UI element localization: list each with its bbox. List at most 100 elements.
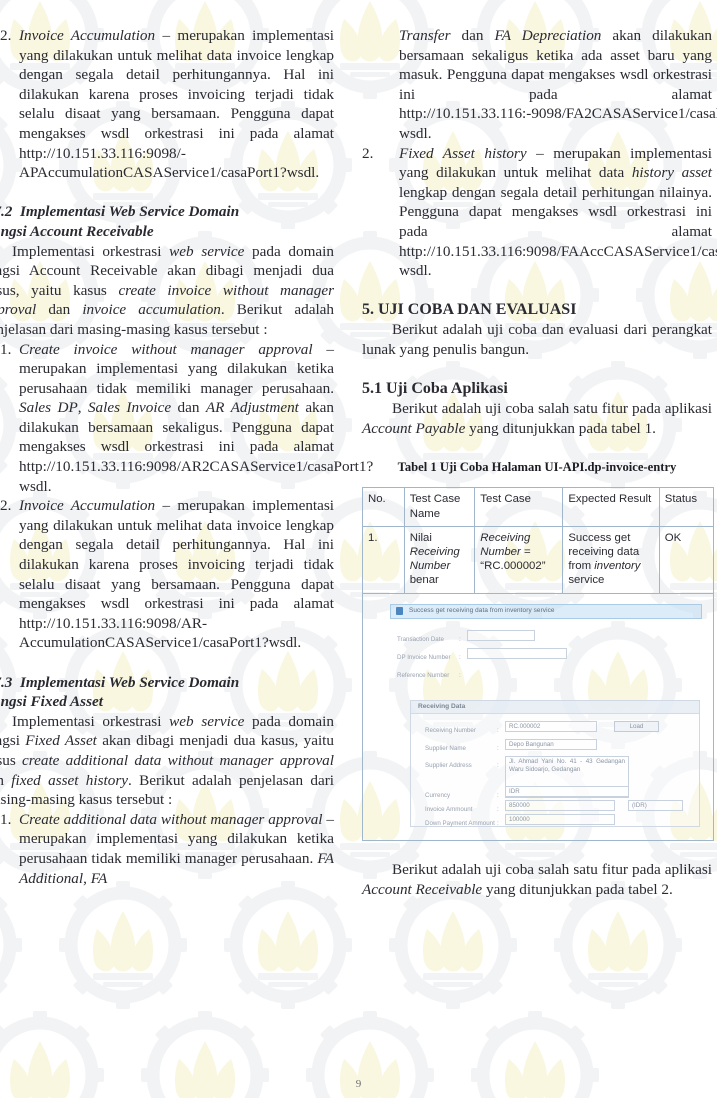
expected-italic: inventory — [594, 560, 641, 573]
heading-section-51: 5.1 Uji Coba Aplikasi — [362, 380, 508, 398]
paragraph-closing: Berikut adalah uji coba salah satu fitur… — [362, 860, 712, 899]
panel-title: Receiving Data — [411, 700, 699, 714]
name-italic: Receiving Number — [409, 546, 460, 573]
list-item-body: merupakan implementasi yang dilakukan un… — [19, 27, 335, 142]
list-item-invoice-accumulation: 2. Invoice Accumulation – merupakan imple… — [0, 26, 334, 183]
italic-history-asset: history asset — [631, 164, 712, 182]
cell-status: OK — [658, 525, 715, 594]
italic-transfer: Transfer — [399, 27, 451, 44]
transaction-date-input[interactable] — [467, 629, 535, 641]
info-icon — [396, 607, 403, 616]
table-caption: Tabel 1 Uji Coba Halaman UI-API.dp-invoi… — [397, 459, 677, 474]
list-item-title: Create invoice without manager approval — [19, 340, 313, 358]
field-label: Transaction Date — [397, 635, 444, 643]
field-colon: : — [497, 819, 499, 827]
cell-test-case: Receiving Number = “RC.000002” — [474, 525, 564, 594]
section-title-line2: Fungsi Account Receivable — [0, 222, 154, 240]
field-label: Receiving Number — [425, 726, 476, 734]
paragraph-section-5: Berikut adalah uji coba dan evaluasi dar… — [362, 321, 712, 358]
mid-1: dan — [450, 27, 495, 44]
intro-pre: Implementasi orkestrasi — [12, 242, 170, 260]
intro-italic-4: fixed asset history — [11, 771, 128, 789]
cell-expected-result: Success get receiving data from inventor… — [562, 525, 660, 594]
intro-pre: Implementasi orkestrasi — [12, 712, 170, 730]
list-item-body-pre: merupakan implementasi yang dilakukan ke… — [19, 830, 334, 867]
italic-sales-invoice: Sales Invoice — [87, 399, 172, 417]
field-label: Down Payment Ammount — [425, 819, 495, 827]
list-item-title: Invoice Accumulation — [19, 27, 156, 44]
section-number: 4.7.3 — [0, 673, 13, 691]
italic-fa-depreciation: FA Depreciation — [494, 27, 602, 44]
receiving-data-panel: Receiving Data Receiving Number : RC.000… — [410, 699, 700, 827]
name-pre: Nilai — [409, 531, 432, 544]
column-header-test-case-name: Test Case Name — [403, 487, 476, 527]
column-header-no: No. — [362, 487, 405, 527]
cell-test-case-name: Nilai Receiving Number benar — [403, 525, 476, 594]
sep-1: , — [77, 399, 88, 417]
intro-italic-3: invoice accumulation — [82, 301, 221, 319]
load-button[interactable]: Load — [614, 720, 659, 732]
list-number: 2. — [0, 497, 12, 515]
list-item-body: merupakan implementasi yang dilakukan un… — [19, 497, 335, 613]
list-item-dash: – — [155, 497, 178, 515]
list-item-create-invoice: 1. Create invoice without manager approva… — [0, 340, 373, 497]
list-item-body-mid: lengkap dengan segala detail perhitungan… — [399, 183, 712, 240]
table-row: 1. Nilai Receiving Number benar Receivin… — [362, 525, 715, 594]
body-pre: Berikut adalah uji coba salah satu fitur… — [392, 400, 712, 418]
invoice-ammount-input[interactable]: 850000 — [505, 799, 615, 811]
section-heading-472: 4.7.2 Implementasi Web Service Domain Fu… — [0, 202, 334, 241]
currency-tag: (IDR) — [628, 799, 683, 811]
section-title-line2: Fungsi Fixed Asset — [0, 693, 103, 711]
screenshot-cell: Success get receiving data from inventor… — [362, 593, 714, 841]
field-colon: : — [459, 653, 461, 661]
heading-section-5: 5. UJI COBA DAN EVALUASI — [362, 301, 577, 319]
list-item-title: Invoice Accumulation — [19, 497, 156, 515]
test-case-table: No. Test Case Name Test Case Expected Re… — [362, 487, 715, 594]
field-down-payment-ammount: Down Payment Ammount : 100000 — [425, 813, 615, 834]
column-header-status: Status — [658, 487, 715, 527]
field-label: Supplier Address — [425, 761, 472, 769]
list-item-dash: – — [155, 27, 178, 44]
wsdl-url: http://10.151.33.116:9098/-APAccumulatio… — [19, 144, 320, 182]
closing-post: yang ditunjukkan pada tabel 2. — [482, 880, 673, 898]
list-item-create-additional: 1. Create additional data without manager… — [0, 810, 334, 888]
list-number: 2. — [0, 27, 12, 44]
wsdl-url: http://10.151.33.116:9098/FAAccCASAServi… — [399, 242, 717, 280]
paragraph-section-51: Berikut adalah uji coba salah satu fitur… — [362, 399, 712, 438]
list-item-title: Create additional data without manager a… — [19, 810, 323, 828]
page-number: 9 — [355, 1078, 362, 1090]
field-colon: : — [497, 726, 499, 734]
list-item-body-pre: merupakan implementasi yang dilakukan ke… — [19, 360, 334, 397]
intro-italic-1: web service — [169, 242, 245, 260]
intro-italic-3: create additional data without manager a… — [22, 751, 334, 769]
sep-1: , — [83, 869, 91, 887]
column-header-expected-result: Expected Result — [562, 487, 660, 527]
currency-input[interactable]: IDR — [505, 785, 629, 797]
success-alert-bar: Success get receiving data from inventor… — [390, 603, 702, 619]
wsdl-url: http://10.151.33.116:9098/AR-Accumulatio… — [19, 614, 302, 652]
list-number: 1. — [0, 810, 12, 828]
dp-invoice-number-input[interactable] — [467, 647, 567, 659]
expected-post: service — [568, 574, 605, 587]
column-header-test-case: Test Case — [474, 487, 564, 527]
alert-message: Success get receiving data from inventor… — [409, 607, 555, 615]
list-item-invoice-accumulation-2: 2. Invoice Accumulation – merupakan imple… — [0, 496, 334, 653]
intro-mid-3: dan — [0, 771, 4, 789]
supplier-name-input[interactable]: Depo Bangunan — [505, 738, 597, 750]
intro-mid-2: dan — [36, 301, 83, 319]
list-item-dash: – — [526, 144, 554, 162]
italic-account-payable: Account Payable — [362, 419, 466, 437]
list-number: 2. — [362, 144, 374, 162]
field-receiving-number: Receiving Number : RC.000002 — [425, 720, 597, 741]
list-item-fixed-asset-history: 2. Fixed Asset history – merupakan implem… — [362, 144, 717, 281]
down-payment-ammount-input[interactable]: 100000 — [505, 813, 615, 825]
body-post: yang ditunjukkan pada tabel 1. — [465, 419, 656, 437]
field-label: Reference Number — [397, 671, 450, 679]
italic-sales-dp: Sales DP — [19, 399, 78, 417]
italic-fa: FA — [90, 869, 108, 887]
table-header-row: No. Test Case Name Test Case Expected Re… — [362, 487, 715, 527]
list-number: 1. — [0, 340, 12, 358]
field-label: DP Invoice Number — [397, 653, 451, 661]
receiving-number-input[interactable]: RC.000002 — [505, 720, 597, 732]
closing-pre: Berikut adalah uji coba salah satu fitur… — [392, 861, 712, 879]
